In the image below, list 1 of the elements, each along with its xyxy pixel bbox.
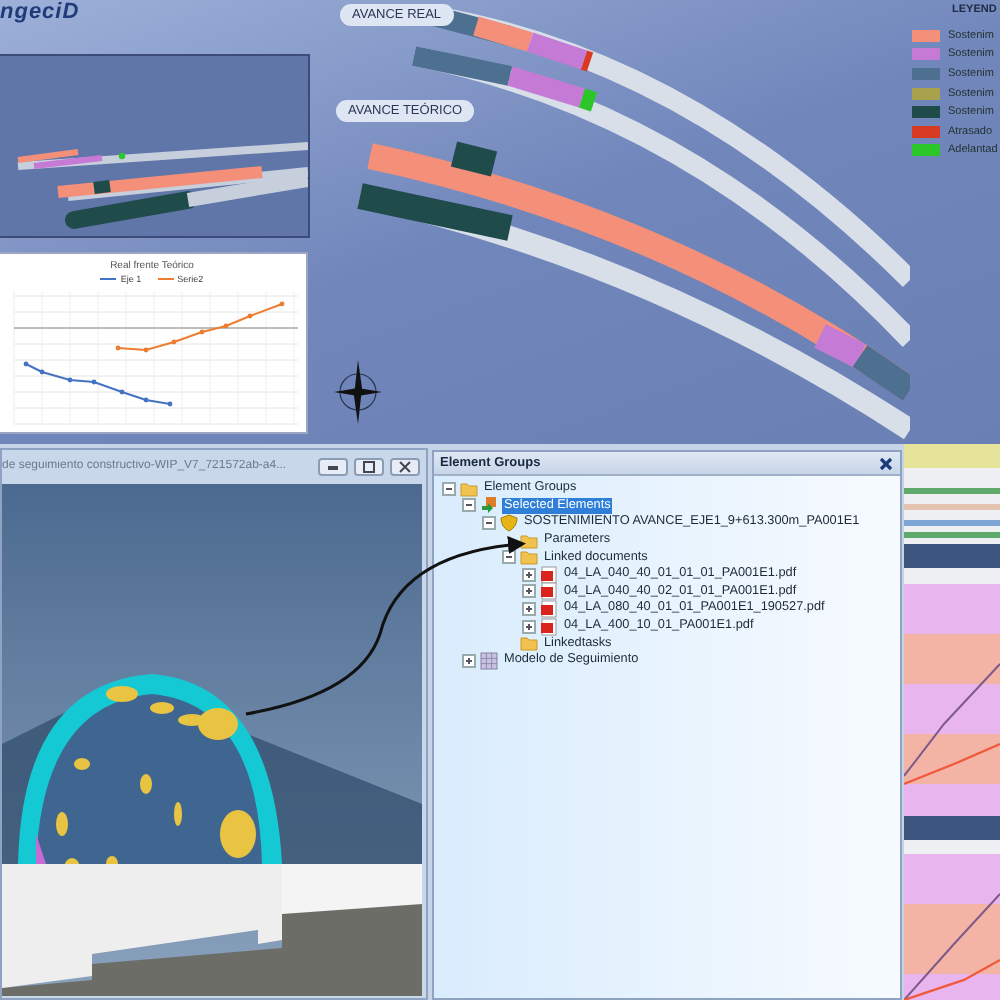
logo: ngeciD (0, 0, 80, 24)
